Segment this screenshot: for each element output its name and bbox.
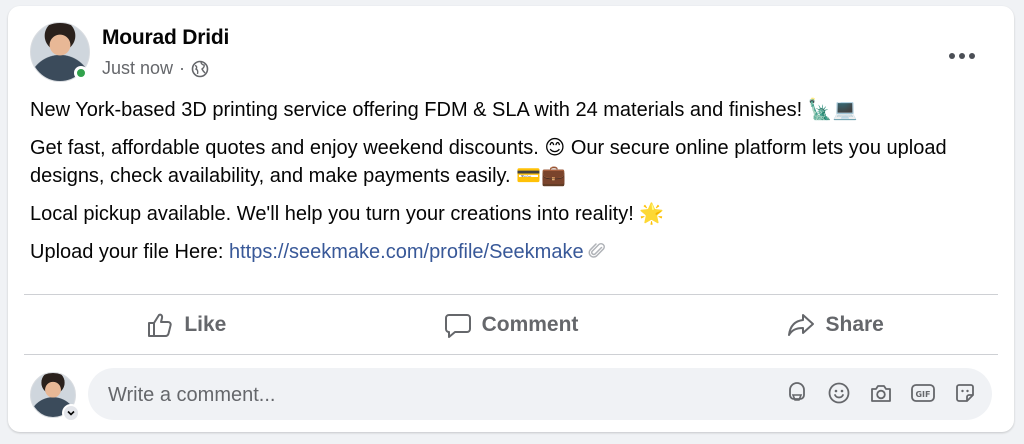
gif-icon[interactable]: GIF (910, 380, 936, 406)
sticker-icon[interactable] (952, 380, 978, 406)
post-header: Mourad Dridi Just now · (30, 22, 992, 86)
comment-label: Comment (481, 313, 579, 336)
more-dot (949, 53, 955, 59)
share-label: Share (825, 313, 884, 336)
post-body: New York-based 3D printing service offer… (30, 96, 990, 279)
post-paragraph: Get fast, affordable quotes and enjoy we… (30, 137, 947, 187)
thumbs-up-icon (146, 311, 174, 339)
more-options-icon[interactable] (942, 40, 982, 72)
meta-separator: · (179, 58, 186, 78)
seekmake-link[interactable]: https://seekmake.com/profile/Seekmake (229, 241, 584, 263)
actions-top-divider (24, 294, 998, 295)
share-button[interactable]: Share (673, 298, 998, 352)
comment-button[interactable]: Comment (349, 298, 674, 352)
comment-tools: GIF (784, 380, 978, 406)
post-paragraph: New York-based 3D printing service offer… (30, 99, 858, 121)
upload-prefix: Upload your file Here: (30, 241, 229, 263)
svg-text:GIF: GIF (915, 390, 930, 399)
chevron-down-icon[interactable] (62, 404, 80, 422)
emoji-icon[interactable] (826, 380, 852, 406)
avatar-sticker-icon[interactable] (784, 380, 810, 406)
globe-icon[interactable] (191, 60, 209, 78)
post-paragraph: Local pickup available. We'll help you t… (30, 203, 665, 225)
actions-bottom-divider (24, 354, 998, 355)
like-button[interactable]: Like (24, 298, 349, 352)
post-paragraph: Upload your file Here: https://seekmake.… (30, 238, 990, 269)
comment-composer: GIF (30, 366, 992, 422)
more-dot (959, 53, 965, 59)
paperclip-link-icon (588, 241, 608, 269)
like-label: Like (184, 313, 227, 336)
camera-icon[interactable] (868, 380, 894, 406)
speech-bubble-icon (444, 311, 472, 339)
post-card: Mourad Dridi Just now · New York-based 3… (8, 6, 1014, 432)
post-meta: Just now · (102, 58, 209, 79)
post-time[interactable]: Just now (102, 58, 173, 79)
more-dot (969, 53, 975, 59)
post-actions: Like Comment Share (24, 298, 998, 352)
online-status-dot (74, 66, 88, 80)
author-name[interactable]: Mourad Dridi (102, 26, 229, 50)
comment-input[interactable] (106, 368, 710, 422)
comment-box: GIF (88, 368, 992, 422)
share-arrow-icon (787, 311, 815, 339)
